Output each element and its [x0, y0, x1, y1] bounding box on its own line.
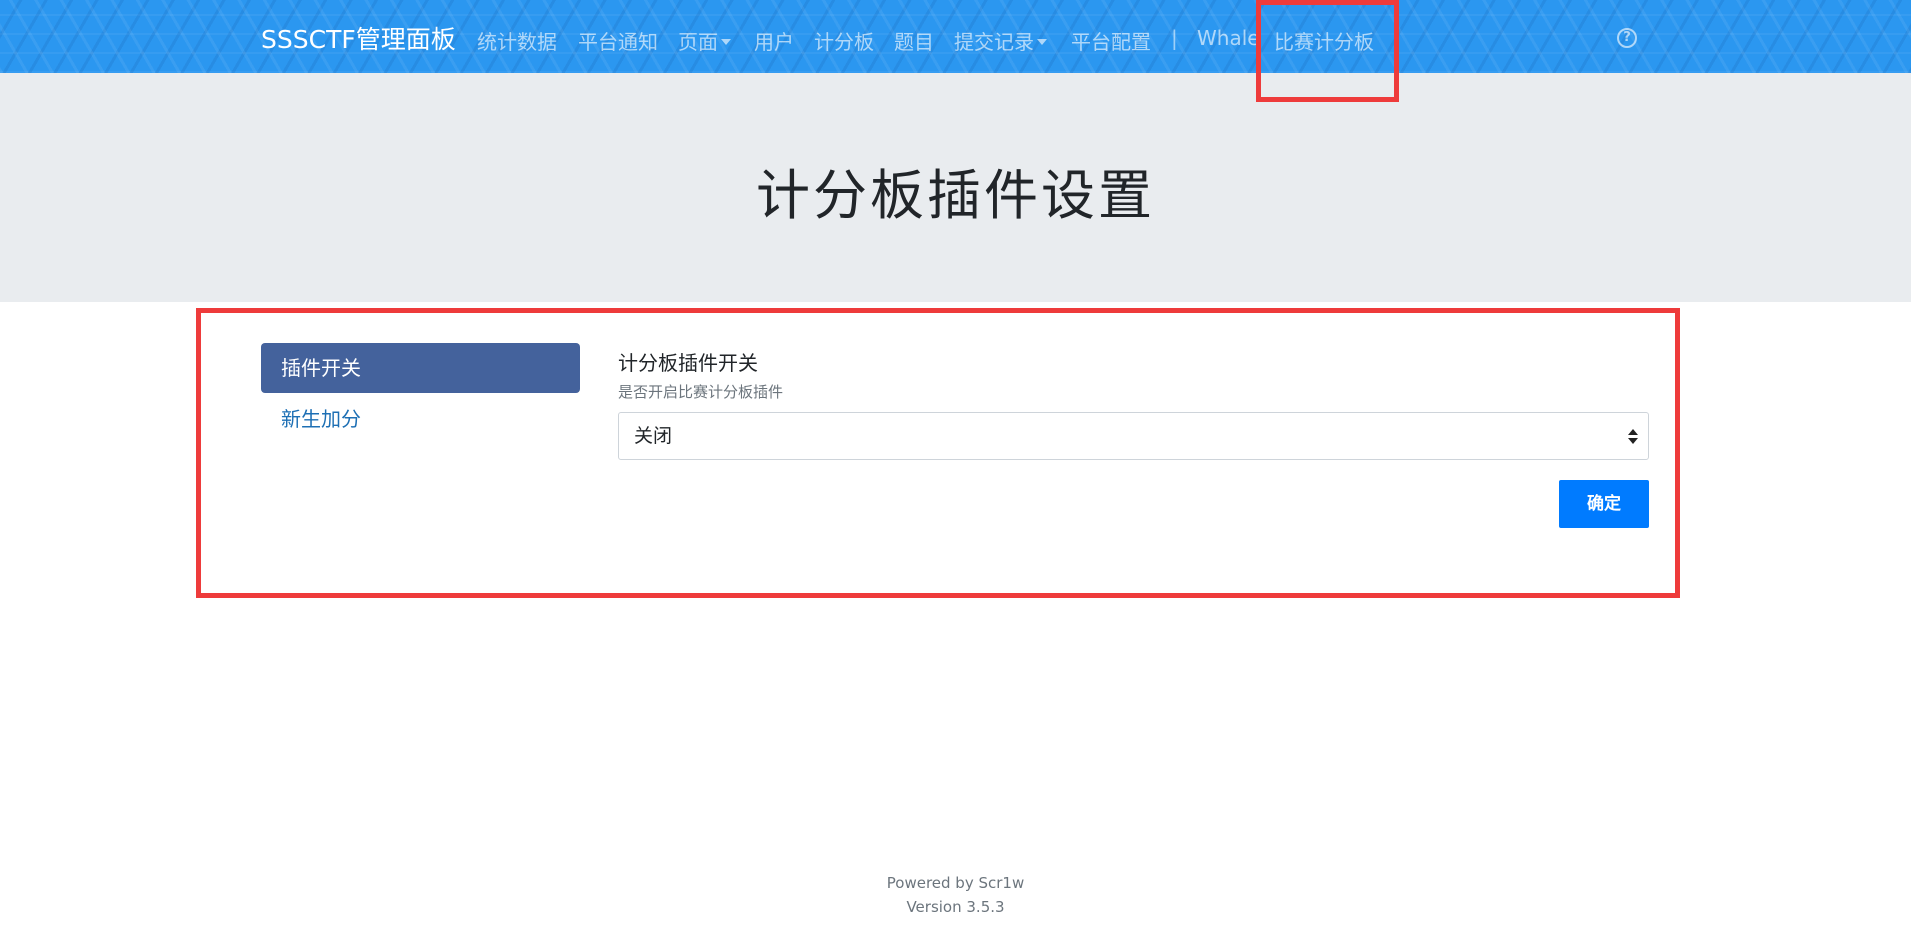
chevron-down-icon — [1037, 38, 1047, 45]
footer-version: Version 3.5.3 — [906, 898, 1005, 916]
nav-item-scoreboard[interactable]: 计分板 — [814, 26, 874, 55]
plugin-toggle-help: 是否开启比赛计分板插件 — [618, 383, 784, 401]
page-header: 计分板插件设置 — [0, 73, 1911, 302]
top-navbar: SSSCTF管理面板 统计数据 平台通知 页面 用户 计分板 题目 提交记录 平… — [0, 0, 1911, 73]
select-value: 关闭 — [634, 425, 673, 447]
nav-item-submissions[interactable]: 提交记录 — [954, 26, 1047, 55]
sidebar-item-freshman-bonus[interactable]: 新生加分 — [261, 394, 580, 444]
select-arrows-icon — [1628, 429, 1638, 445]
footer-powered-by: Powered by Scr1w — [886, 874, 1025, 892]
plugin-toggle-select[interactable]: 关闭 — [618, 412, 1649, 460]
chevron-down-icon — [721, 38, 731, 45]
nav-item-statistics[interactable]: 统计数据 — [477, 26, 557, 55]
nav-item-whale[interactable]: Whale — [1197, 26, 1260, 50]
confirm-button[interactable]: 确定 — [1559, 480, 1649, 528]
sidebar-item-plugin-toggle[interactable]: 插件开关 — [261, 343, 580, 393]
nav-separator: | — [1171, 26, 1178, 50]
nav-item-users[interactable]: 用户 — [754, 26, 794, 55]
nav-item-config[interactable]: 平台配置 — [1071, 26, 1151, 55]
help-icon[interactable]: ? — [1617, 28, 1637, 48]
nav-item-pages-label: 页面 — [678, 30, 718, 54]
navbar-brand[interactable]: SSSCTF管理面板 — [261, 20, 456, 56]
plugin-toggle-label: 计分板插件开关 — [618, 351, 758, 375]
nav-item-challenges[interactable]: 题目 — [894, 26, 934, 55]
nav-item-submissions-label: 提交记录 — [954, 30, 1034, 54]
nav-item-contest-scoreboard[interactable]: 比赛计分板 — [1274, 26, 1374, 55]
nav-item-pages[interactable]: 页面 — [678, 26, 731, 55]
page-title: 计分板插件设置 — [756, 164, 1155, 227]
nav-item-notifications[interactable]: 平台通知 — [578, 26, 658, 55]
